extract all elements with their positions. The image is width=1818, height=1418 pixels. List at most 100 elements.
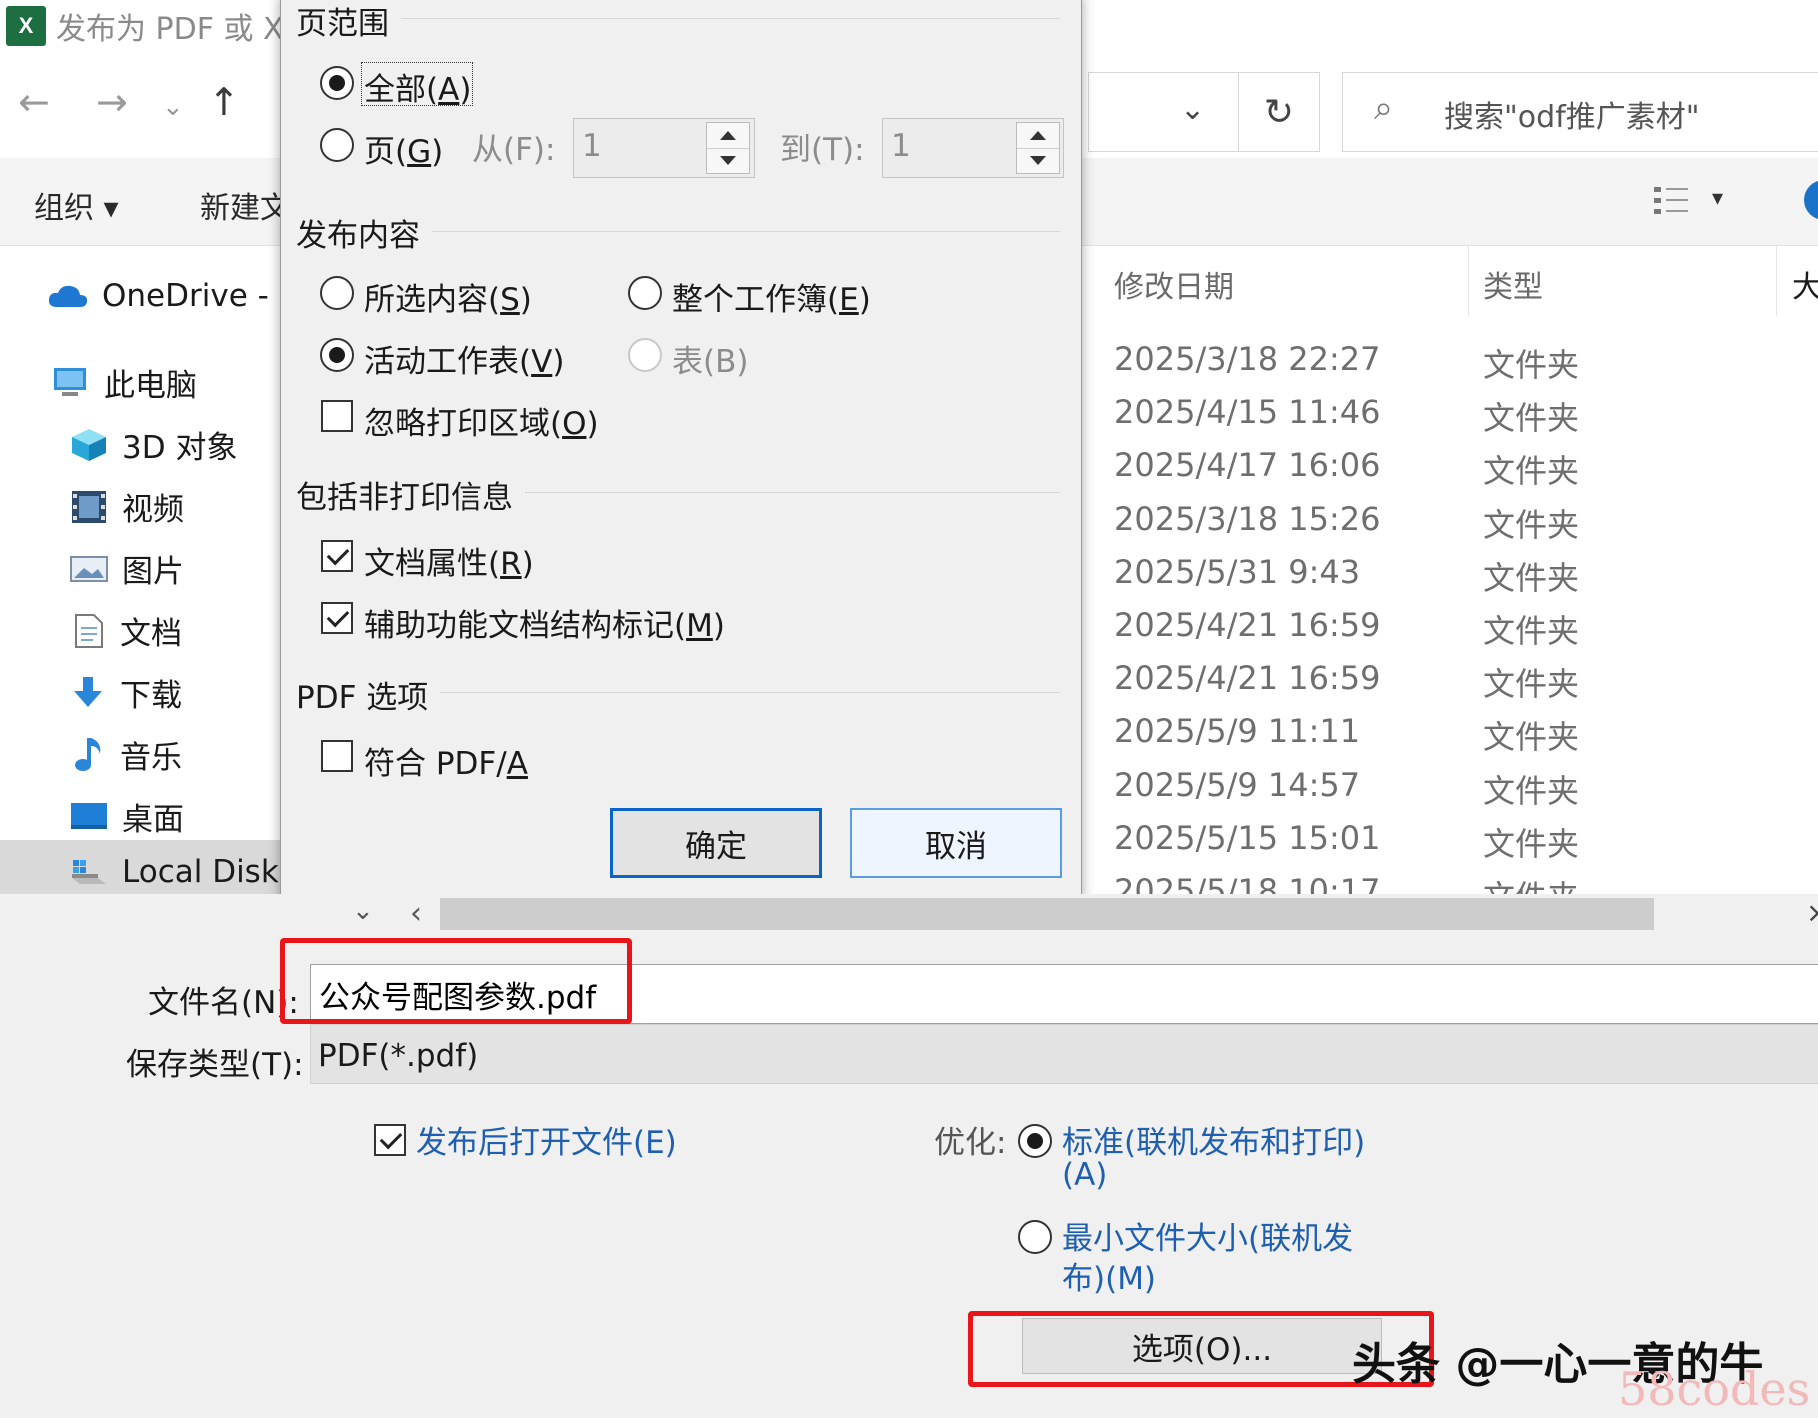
sidebar-item-label: 图片	[122, 554, 184, 590]
sidebar-item-local-disk[interactable]: Local Disk	[70, 854, 279, 890]
document-properties-checkbox[interactable]	[321, 540, 353, 572]
ok-button[interactable]: 确定	[610, 808, 822, 878]
file-row-type[interactable]: 文件夹	[1483, 553, 1579, 599]
view-caret-icon[interactable]: ▾	[1712, 186, 1723, 211]
file-row-date[interactable]: 2025/4/21 16:59	[1114, 606, 1380, 644]
publish-active-sheet-radio[interactable]	[320, 338, 354, 372]
page-range-all-label[interactable]: 全部(A)	[364, 64, 471, 109]
sidebar-item-desktop[interactable]: 桌面	[70, 794, 184, 839]
up-arrow-icon[interactable]: ↑	[208, 80, 240, 124]
file-row-type[interactable]: 文件夹	[1483, 659, 1579, 705]
cube-icon	[72, 428, 106, 461]
file-row-date[interactable]: 2025/4/17 16:06	[1114, 446, 1380, 484]
file-row-date[interactable]: 2025/5/9 11:11	[1114, 712, 1360, 750]
sidebar-item-documents[interactable]: 文档	[70, 608, 182, 653]
disk-icon	[72, 860, 106, 884]
sidebar-item-label: 文档	[120, 616, 182, 652]
pdfa-compliant-checkbox[interactable]	[321, 740, 353, 772]
sidebar-item-music[interactable]: 音乐	[70, 732, 182, 777]
open-after-publish-label[interactable]: 发布后打开文件(E)	[416, 1117, 677, 1162]
step-down-icon[interactable]	[720, 156, 736, 165]
step-up-icon[interactable]	[1030, 131, 1046, 140]
organize-menu[interactable]: 组织 ▾	[34, 183, 119, 227]
optimize-standard-radio[interactable]	[1018, 1124, 1052, 1158]
save-type-value: PDF(*.pdf)	[318, 1038, 479, 1074]
scroll-left-icon[interactable]: ‹	[410, 896, 422, 931]
optimize-minimum-label[interactable]: 最小文件大小(联机发	[1062, 1213, 1353, 1258]
file-row-type[interactable]: 文件夹	[1483, 766, 1579, 812]
new-folder-button[interactable]: 新建文	[200, 183, 290, 227]
page-range-pages-label[interactable]: 页(G)	[364, 126, 443, 171]
file-row-type[interactable]: 文件夹	[1483, 606, 1579, 652]
publish-workbook-label[interactable]: 整个工作簿(E)	[672, 274, 871, 319]
step-down-icon[interactable]	[1030, 156, 1046, 165]
address-dropdown-icon[interactable]: ⌄	[1180, 92, 1205, 127]
optimize-standard-label[interactable]: 标准(联机发布和打印)	[1062, 1117, 1365, 1162]
non-print-info-title: 包括非打印信息	[296, 472, 525, 517]
file-row-date[interactable]: 2025/5/15 15:01	[1114, 819, 1380, 857]
file-row-type[interactable]: 文件夹	[1483, 393, 1579, 439]
column-header-size[interactable]: 大	[1792, 262, 1818, 306]
file-row-date[interactable]: 2025/4/15 11:46	[1114, 393, 1380, 431]
column-header-date[interactable]: 修改日期	[1114, 262, 1234, 306]
column-separator[interactable]	[1776, 246, 1777, 316]
music-icon	[75, 737, 101, 771]
sidebar-item-videos[interactable]: 视频	[70, 484, 184, 529]
publish-active-sheet-label[interactable]: 活动工作表(V)	[364, 336, 564, 381]
file-row-type[interactable]: 文件夹	[1483, 446, 1579, 492]
sidebar-item-downloads[interactable]: 下载	[70, 670, 182, 715]
save-type-select[interactable]	[310, 1024, 1818, 1084]
column-separator[interactable]	[1468, 246, 1469, 316]
sidebar-item-3d-objects[interactable]: 3D 对象	[70, 422, 237, 467]
publish-selection-radio[interactable]	[320, 276, 354, 310]
to-stepper[interactable]	[1016, 122, 1060, 174]
sidebar-item-label: 下载	[120, 678, 182, 714]
accessibility-tags-checkbox[interactable]	[321, 602, 353, 634]
chevron-down-icon[interactable]: ⌄	[352, 896, 374, 926]
desktop-icon	[71, 802, 107, 829]
publish-selection-label[interactable]: 所选内容(S)	[364, 274, 532, 319]
open-after-publish-checkbox[interactable]	[374, 1124, 406, 1156]
close-icon[interactable]: ×	[1806, 896, 1818, 929]
optimize-minimum-label-key[interactable]: 布)(M)	[1062, 1253, 1156, 1298]
address-bar[interactable]	[1088, 72, 1238, 152]
file-row-date[interactable]: 2025/3/18 22:27	[1114, 340, 1380, 378]
file-row-date[interactable]: 2025/5/9 14:57	[1114, 766, 1360, 804]
file-row-date[interactable]: 2025/4/21 16:59	[1114, 659, 1380, 697]
file-row-type[interactable]: 文件夹	[1483, 712, 1579, 758]
page-range-title: 页范围	[296, 0, 401, 43]
sidebar-item-onedrive[interactable]: OneDrive - P	[48, 278, 297, 314]
sidebar-item-this-pc[interactable]: 此电脑	[50, 360, 197, 405]
file-row-date[interactable]: 2025/3/18 15:26	[1114, 500, 1380, 538]
recent-locations-icon[interactable]: ⌄	[162, 92, 184, 122]
step-up-icon[interactable]	[720, 131, 736, 140]
pdfa-compliant-label[interactable]: 符合 PDF/A	[364, 738, 528, 783]
cancel-button[interactable]: 取消	[850, 808, 1062, 878]
file-row-date[interactable]: 2025/5/31 9:43	[1114, 553, 1360, 591]
sidebar-item-pictures[interactable]: 图片	[70, 546, 184, 591]
document-properties-label[interactable]: 文档属性(R)	[364, 538, 534, 583]
page-range-all-radio[interactable]	[320, 66, 354, 100]
from-stepper[interactable]	[706, 122, 750, 174]
picture-icon	[70, 555, 108, 582]
refresh-button[interactable]: ↻	[1238, 72, 1320, 152]
file-row-type[interactable]: 文件夹	[1483, 340, 1579, 386]
forward-arrow-icon[interactable]: →	[96, 80, 128, 124]
to-label: 到(T):	[780, 132, 865, 168]
film-icon	[72, 490, 106, 523]
computer-icon	[54, 367, 86, 396]
ignore-print-area-label[interactable]: 忽略打印区域(O)	[364, 398, 599, 443]
accessibility-tags-label[interactable]: 辅助功能文档结构标记(M)	[364, 600, 725, 645]
scrollbar-thumb[interactable]	[440, 898, 1654, 930]
column-header-type[interactable]: 类型	[1483, 262, 1543, 306]
page-range-pages-radio[interactable]	[320, 128, 354, 162]
publish-workbook-radio[interactable]	[628, 276, 662, 310]
ignore-print-area-checkbox[interactable]	[321, 400, 353, 432]
file-row-type[interactable]: 文件夹	[1483, 500, 1579, 546]
back-arrow-icon[interactable]: ←	[18, 80, 50, 124]
file-row-type[interactable]: 文件夹	[1483, 819, 1579, 865]
stepper-divider	[1017, 148, 1059, 149]
view-options-icon[interactable]	[1652, 184, 1692, 218]
optimize-minimum-radio[interactable]	[1018, 1220, 1052, 1254]
optimize-standard-label-key[interactable]: (A)	[1062, 1157, 1107, 1193]
